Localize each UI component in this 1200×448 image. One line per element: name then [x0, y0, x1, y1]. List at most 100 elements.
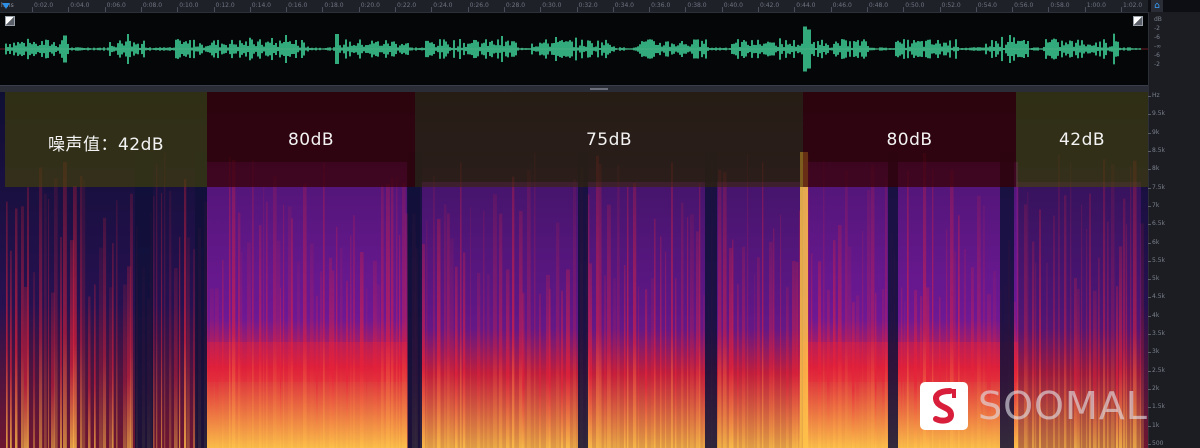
- spectrogram-streak: [350, 235, 352, 448]
- frequency-tick-label: 8k: [1147, 165, 1160, 173]
- ruler-tick-label: 0:20.0: [358, 0, 380, 12]
- spectrogram-gap: [888, 152, 898, 448]
- spectrogram-streak: [792, 260, 796, 448]
- ruler-tick-label: 0:24.0: [431, 0, 453, 12]
- noise-band-4: 80dB: [803, 92, 1016, 187]
- spectrogram-streak: [818, 261, 822, 448]
- spectrogram-streak: [238, 212, 241, 448]
- spectrogram-streak: [426, 220, 428, 448]
- spectrogram-streak: [607, 204, 611, 448]
- ruler-tick-label: 0:22.0: [394, 0, 416, 12]
- ruler-tick-label: 0:02.0: [31, 0, 53, 12]
- spectrogram-streak: [904, 300, 906, 448]
- db-scale-label: -6: [1154, 34, 1160, 41]
- spectrogram-streak: [297, 261, 300, 448]
- spectrogram-streak: [422, 243, 425, 448]
- spectrogram-streak: [123, 284, 127, 448]
- spectrogram-streak: [6, 201, 8, 448]
- spectrogram-streak: [303, 183, 307, 448]
- spectrogram-streak: [10, 250, 12, 448]
- playhead-marker-icon[interactable]: [2, 3, 10, 9]
- spectrogram-gap: [135, 152, 153, 448]
- home-icon[interactable]: ⌂: [1151, 0, 1163, 12]
- spectrogram-streak: [450, 238, 454, 448]
- spectrogram-streak: [675, 278, 677, 448]
- ruler-tick-label: 1:00.0: [1084, 0, 1106, 12]
- spectrogram-streak: [561, 290, 564, 448]
- frequency-tick-label: 9k: [1147, 128, 1160, 136]
- spectrogram-streak: [651, 278, 655, 448]
- spectrogram-streak: [638, 286, 640, 448]
- zoom-corner-icon[interactable]: [5, 16, 15, 26]
- spectrogram-streak: [215, 288, 219, 448]
- noise-band-2: 80dB: [207, 92, 415, 187]
- frequency-tick-label: 6.5k: [1147, 220, 1166, 228]
- spectrogram-streak: [80, 176, 83, 448]
- watermark: SOOMAL: [920, 382, 1180, 432]
- spectrogram-streak: [169, 191, 172, 448]
- ruler-tick-label: 0:58.0: [1048, 0, 1070, 12]
- frequency-tick-label: 5.5k: [1147, 256, 1166, 264]
- spectrogram-streak: [633, 182, 637, 448]
- ruler-tick-label: 1:02.0: [1120, 0, 1142, 12]
- spectrogram-streak: [353, 215, 356, 448]
- waveform-panel[interactable]: [0, 13, 1148, 85]
- spectrogram-streak: [222, 259, 224, 448]
- spectrogram-streak: [112, 243, 114, 448]
- spectrogram-streak: [386, 183, 390, 448]
- spectrogram-streak: [187, 237, 190, 448]
- spectrogram-streak: [179, 236, 181, 448]
- spectrogram-streak: [63, 162, 67, 448]
- spectrogram-streak: [291, 218, 294, 448]
- spectrogram-streak: [229, 156, 231, 448]
- timeline-ruler[interactable]: hms 0:02.0 0:04.0 0:06.0 0:08.0 0:10.0 0:12.0…: [0, 0, 1148, 13]
- ruler-tick-label: 0:50.0: [903, 0, 924, 12]
- soomal-logo-icon: [920, 382, 968, 430]
- spectrogram-streak: [27, 187, 29, 448]
- frequency-tick-label: 3k: [1147, 348, 1160, 356]
- spectrogram-streak: [346, 280, 349, 448]
- ruler-tick-label: 0:18.0: [322, 0, 344, 12]
- spectrogram-streak: [487, 274, 490, 448]
- spectrogram-streak: [109, 287, 113, 448]
- splitter-grip-icon[interactable]: [590, 88, 608, 90]
- spectrogram-streak: [573, 179, 577, 448]
- spectrogram-streak: [506, 269, 510, 448]
- noise-band-label: 噪声值：42dB: [47, 135, 165, 155]
- spectrogram-gap: [705, 152, 717, 448]
- frequency-tick-label: Hz: [1148, 92, 1160, 99]
- spectrogram-streak: [396, 177, 398, 448]
- spectrogram-streak: [613, 277, 617, 448]
- ruler-tick-label: 0:38.0: [685, 0, 707, 12]
- spectrogram-streak: [786, 287, 789, 448]
- spectrogram-streak: [54, 178, 58, 448]
- ruler-tick-label: 0:48.0: [866, 0, 888, 12]
- spectrogram-streak: [827, 289, 830, 448]
- spectrogram-streak: [780, 214, 782, 448]
- spectrogram-streak: [447, 213, 450, 448]
- spectrogram-streak: [512, 176, 515, 448]
- spectrogram-streak: [681, 202, 684, 448]
- spectrogram-streak: [283, 204, 285, 448]
- spectrogram-streak: [130, 193, 133, 448]
- spectrogram-streak: [811, 253, 813, 448]
- spectrogram-streak: [437, 219, 441, 448]
- noise-band-1: 噪声值：42dB: [5, 92, 207, 187]
- spectrogram-streak: [499, 213, 503, 448]
- spectrogram-streak: [405, 213, 408, 448]
- spectrogram-streak: [723, 172, 727, 448]
- spectrogram-streak: [259, 225, 262, 448]
- spectrogram-streak: [33, 272, 36, 448]
- spectrogram-streak: [747, 153, 749, 448]
- frequency-tick-label: 8.5k: [1147, 146, 1166, 154]
- ruler-tick-label: 0:56.0: [1012, 0, 1033, 12]
- spectrogram-streak: [599, 164, 602, 448]
- spectrogram-streak: [762, 161, 764, 448]
- spectrogram-streak: [24, 286, 28, 448]
- spectrogram-streak: [848, 246, 852, 448]
- ruler-tick-label: 0:52.0: [939, 0, 961, 12]
- db-scale-label: -2: [1154, 25, 1160, 32]
- spectrogram-streak: [161, 192, 163, 448]
- db-scale-label: -6: [1154, 52, 1160, 59]
- zoom-corner-icon[interactable]: [1133, 16, 1143, 26]
